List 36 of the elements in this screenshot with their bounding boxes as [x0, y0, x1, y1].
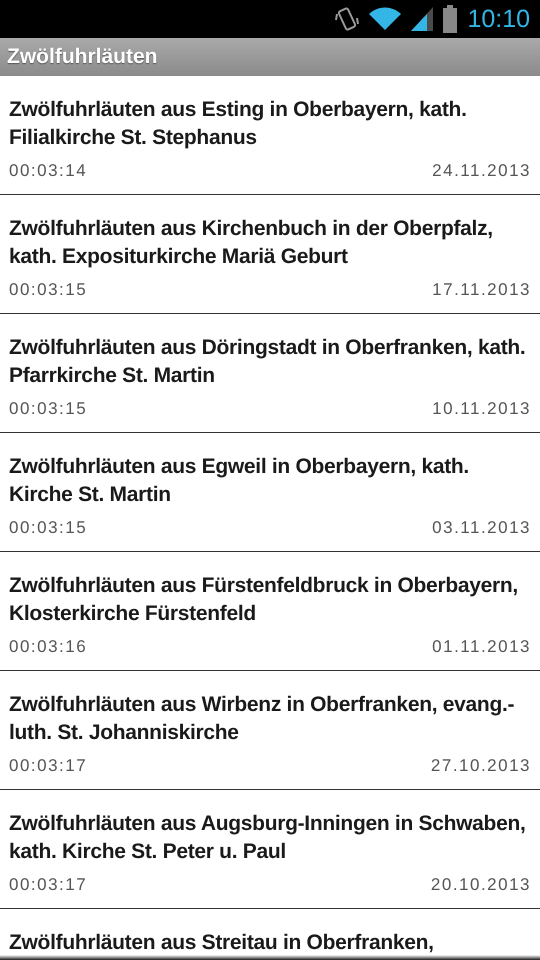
item-date: 17.11.2013 — [432, 280, 531, 300]
item-duration: 00:03:17 — [9, 875, 88, 895]
item-date: 24.11.2013 — [432, 161, 531, 181]
item-date: 01.11.2013 — [432, 637, 531, 657]
list-item[interactable]: Zwölfuhrläuten aus Kirchenbuch in der Oberpfalz, kath. Expositurkirche Mariä Geburt 00:03:15 17.11.2013 — [0, 195, 540, 314]
item-duration: 00:03:17 — [9, 756, 88, 776]
status-time: 10:10 — [467, 6, 530, 32]
vibrate-icon — [335, 6, 360, 32]
item-title: Zwölfuhrläuten aus Streitau in Oberfranken, — [9, 932, 435, 954]
list-item[interactable]: Zwölfuhrläuten aus Esting in Oberbayern, kath. Filialkirche St. Stephanus 00:03:14 24.11.2013 — [0, 76, 540, 195]
item-duration: 00:03:15 — [9, 518, 88, 538]
item-title: Zwölfuhrläuten aus Kirchenbuch in der Oberpfalz, kath. Expositurkirche Mariä Geburt — [9, 216, 494, 270]
item-title: Zwölfuhrläuten aus Augsburg-Inningen in Schwaben, kath. Kirche St. Peter u. Paul — [9, 811, 527, 865]
battery-icon — [443, 5, 458, 33]
item-duration: 00:03:15 — [9, 280, 88, 300]
list-item[interactable]: Zwölfuhrläuten aus Augsburg-Inningen in Schwaben, kath. Kirche St. Peter u. Paul 00:03:17 20.10.2013 — [0, 790, 540, 909]
app-title: Zwölfuhrläuten — [7, 44, 158, 70]
item-title: Zwölfuhrläuten aus Esting in Oberbayern, kath. Filialkirche St. Stephanus — [9, 97, 468, 151]
list-item[interactable]: Zwölfuhrläuten aus Fürstenfeldbruck in Oberbayern, Klosterkirche Fürstenfeld 00:03:16 01.11.2013 — [0, 552, 540, 671]
item-date: 27.10.2013 — [430, 756, 531, 776]
item-title: Zwölfuhrläuten aus Döringstadt in Oberfranken, kath. Pfarrkirche St. Martin — [9, 335, 526, 389]
item-title: Zwölfuhrläuten aus Egweil in Oberbayern, kath. Kirche St. Martin — [9, 454, 470, 508]
item-title: Zwölfuhrläuten aus Fürstenfeldbruck in Oberbayern, Klosterkirche Fürstenfeld — [9, 573, 519, 627]
item-date: 10.11.2013 — [432, 399, 531, 419]
signal-icon — [411, 7, 434, 31]
list-item[interactable]: Zwölfuhrläuten aus Streitau in Oberfranken, — [0, 909, 540, 960]
item-title: Zwölfuhrläuten aus Wirbenz in Oberfranken, evang.-luth. St. Johanniskirche — [9, 692, 516, 746]
item-date: 20.10.2013 — [430, 875, 531, 895]
list-item[interactable]: Zwölfuhrläuten aus Döringstadt in Oberfranken, kath. Pfarrkirche St. Martin 00:03:15 10.11.2013 — [0, 314, 540, 433]
item-duration: 00:03:15 — [9, 399, 88, 419]
wifi-icon — [369, 7, 402, 31]
item-duration: 00:03:14 — [9, 161, 88, 181]
item-date: 03.11.2013 — [432, 518, 531, 538]
list-item[interactable]: Zwölfuhrläuten aus Wirbenz in Oberfranken, evang.-luth. St. Johanniskirche 00:03:17 27.10.2013 — [0, 671, 540, 790]
list-item[interactable]: Zwölfuhrläuten aus Egweil in Oberbayern, kath. Kirche St. Martin 00:03:15 03.11.2013 — [0, 433, 540, 552]
item-duration: 00:03:16 — [9, 637, 88, 657]
